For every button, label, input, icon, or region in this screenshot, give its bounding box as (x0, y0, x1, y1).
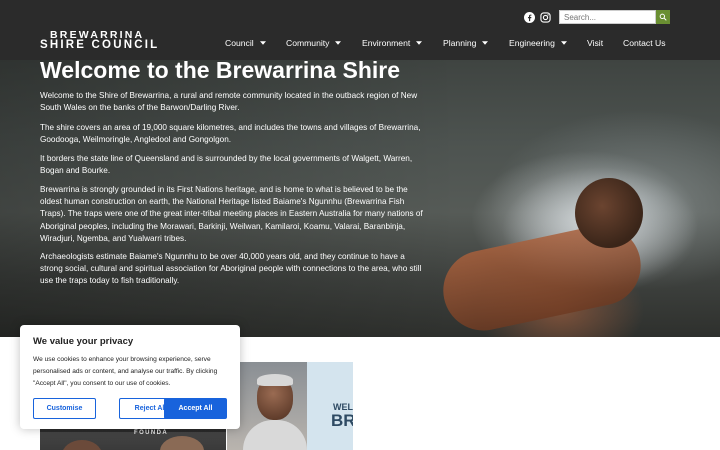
facebook-icon[interactable] (522, 10, 536, 24)
chevron-down-icon (259, 41, 266, 45)
nav-label: Engineering (509, 38, 555, 48)
customise-button[interactable]: Customise (33, 398, 96, 419)
hero-paragraph-2: The shire covers an area of 19,000 squar… (40, 123, 421, 145)
nav-label: Contact Us (623, 38, 666, 48)
photo-person-1 (62, 440, 102, 450)
hero-paragraph-4: Brewarrina is strongly grounded in its F… (40, 185, 423, 243)
nav-label: Council (225, 38, 254, 48)
search-form (559, 10, 670, 24)
site-header: BREWARRINA SHIRE COUNCIL Council Communi… (0, 0, 720, 60)
hero-title: Welcome to the Brewarrina Shire (40, 60, 401, 83)
news-card-welcome[interactable]: WEL BRE (307, 362, 353, 450)
nav-label: Environment (362, 38, 411, 48)
chevron-down-icon (335, 41, 342, 45)
nav-environment[interactable]: Environment (362, 37, 423, 49)
search-input[interactable] (559, 10, 656, 24)
nav-engineering[interactable]: Engineering (509, 37, 567, 49)
chevron-down-icon (416, 41, 423, 45)
nav-council[interactable]: Council (225, 37, 266, 49)
hero-paragraph-5: Archaeologists estimate Baiame's Ngunnhu… (40, 252, 422, 286)
cookie-consent-popup: We value your privacy We use cookies to … (20, 325, 240, 429)
nav-community[interactable]: Community (286, 37, 342, 49)
instagram-icon[interactable] (538, 10, 552, 24)
welcome-card-line-2: BRE (331, 411, 353, 430)
nav-contact-us[interactable]: Contact Us (623, 37, 666, 49)
portrait-shirt (243, 420, 307, 450)
hero-section: Welcome to the Brewarrina Shire Welcome … (0, 60, 720, 337)
nav-label: Planning (443, 38, 477, 48)
hero-photo-swimmer-head (575, 178, 643, 248)
hero-paragraph-1: Welcome to the Shire of Brewarrina, a ru… (40, 91, 418, 113)
photo-person-2 (160, 436, 204, 450)
chevron-down-icon (560, 41, 567, 45)
portrait-hair (257, 374, 293, 386)
search-icon (659, 13, 667, 21)
chevron-down-icon (482, 41, 489, 45)
nav-planning[interactable]: Planning (443, 37, 489, 49)
hero-paragraph-3: It borders the state line of Queensland … (40, 154, 413, 176)
photo-caption: FOUNDA (134, 430, 169, 436)
cookie-title: We value your privacy (33, 336, 134, 347)
nav-visit[interactable]: Visit (587, 37, 603, 49)
site-logo[interactable]: BREWARRINA SHIRE COUNCIL (40, 30, 160, 51)
nav-label: Community (286, 38, 330, 48)
accept-all-button[interactable]: Accept All (164, 398, 227, 419)
search-button[interactable] (656, 10, 670, 24)
logo-line-2: SHIRE COUNCIL (40, 39, 160, 51)
nav-label: Visit (587, 38, 604, 48)
cookie-body: We use cookies to enhance your browsing … (33, 356, 218, 388)
